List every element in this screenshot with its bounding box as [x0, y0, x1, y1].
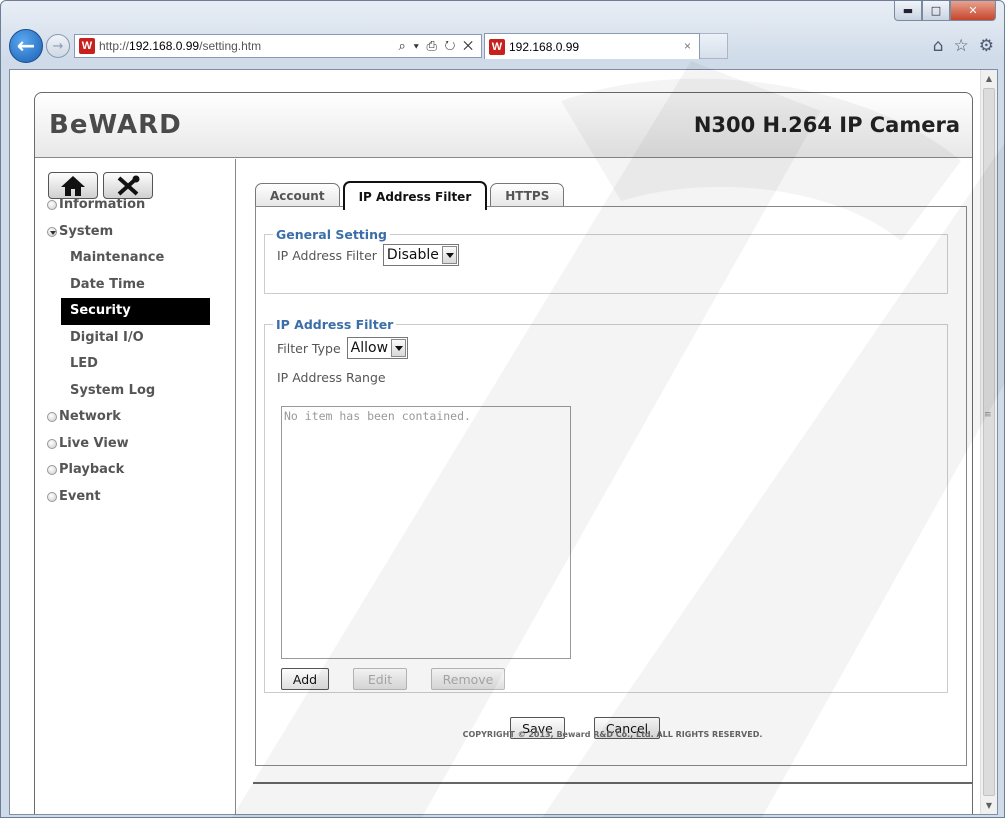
ip-range-label: IP Address Range [277, 370, 386, 385]
address-bar[interactable]: W http://192.168.0.99/setting.htm ⌕ ▾ ⎙ … [74, 34, 482, 58]
submenu-item-maintenance[interactable]: Maintenance [35, 245, 236, 272]
tab-https[interactable]: HTTPS [490, 183, 565, 208]
tab-title: 192.168.0.99 [509, 39, 580, 54]
forward-arrow-icon: → [52, 38, 64, 54]
sidebar: Information System Maintenance Date Time… [35, 159, 236, 814]
camera-header: BeWARD N300 H.264 IP Camera [35, 93, 972, 158]
ip-range-list[interactable]: No item has been contained. [281, 406, 571, 659]
beward-logo: BeWARD [49, 110, 182, 140]
expanded-bullet-icon [47, 226, 57, 237]
scroll-down-arrow-icon[interactable]: ▼ [981, 797, 997, 814]
vertical-scrollbar[interactable]: ▲ ≡ ▼ [980, 70, 997, 814]
collapsed-bullet-icon [47, 200, 57, 211]
browser-window: ▬ □ ✕ ← → W http://192.168.0.99/setting.… [0, 0, 1005, 818]
back-button[interactable]: ← [9, 29, 43, 63]
browser-tab[interactable]: W 192.168.0.99 × [484, 33, 700, 59]
add-button[interactable]: Add [281, 668, 329, 690]
collapsed-bullet-icon [47, 465, 57, 476]
scrollbar-thumb[interactable] [983, 88, 995, 796]
edit-button[interactable]: Edit [353, 668, 407, 690]
dropdown-arrow-icon [391, 339, 407, 357]
security-tabs: Account IP Address Filter HTTPS [255, 179, 567, 210]
forward-button[interactable]: → [46, 34, 70, 58]
side-menu: Information System Maintenance Date Time… [35, 192, 236, 510]
menu-item-network[interactable]: Network [35, 404, 236, 431]
browser-right-icons: ⌂ ☆ ⚙ [933, 36, 994, 56]
collapsed-bullet-icon [47, 438, 57, 449]
collapsed-bullet-icon [47, 491, 57, 502]
footer-divider [253, 782, 972, 784]
page-viewport: BeWARD N300 H.264 IP Camera Information … [9, 69, 998, 815]
submenu-item-led[interactable]: LED [35, 351, 236, 378]
address-tools[interactable]: ⌕ ▾ ⎙ ↻ ✕ [399, 38, 475, 54]
camera-page: BeWARD N300 H.264 IP Camera Information … [34, 92, 973, 814]
product-title: N300 H.264 IP Camera [693, 113, 960, 137]
minimize-button[interactable]: ▬ [894, 1, 922, 21]
submenu-item-system-log[interactable]: System Log [35, 378, 236, 405]
filter-type-row: Filter Type Allow [277, 337, 947, 359]
maximize-button[interactable]: □ [922, 1, 950, 21]
copyright-footer: COPYRIGHT © 2013, Beward R&D Co., Ltd. A… [462, 730, 763, 739]
back-arrow-icon: ← [16, 33, 36, 59]
empty-list-text: No item has been contained. [284, 409, 471, 423]
address-url: http://192.168.0.99/setting.htm [99, 39, 262, 53]
collapsed-bullet-icon [47, 412, 57, 423]
menu-item-system[interactable]: System [35, 219, 236, 246]
scroll-up-arrow-icon[interactable]: ▲ [981, 70, 997, 87]
browser-navbar: ← → W http://192.168.0.99/setting.htm ⌕ … [9, 29, 994, 63]
menu-item-playback[interactable]: Playback [35, 457, 236, 484]
menu-item-information[interactable]: Information [35, 192, 236, 219]
ip-address-filter-legend: IP Address Filter [276, 317, 394, 332]
ip-address-filter-group: IP Address Filter Filter Type Allow IP A… [264, 317, 948, 693]
ip-filter-panel: General Setting IP Address Filter Disabl… [255, 206, 967, 766]
submenu-item-digital-io[interactable]: Digital I/O [35, 325, 236, 352]
close-window-button[interactable]: ✕ [950, 1, 996, 21]
home-icon[interactable]: ⌂ [933, 36, 944, 56]
filter-type-label: Filter Type [277, 340, 341, 356]
general-setting-group: General Setting IP Address Filter Disabl… [264, 227, 948, 294]
ip-filter-enable-label: IP Address Filter [277, 247, 377, 263]
favorites-star-icon[interactable]: ☆ [954, 36, 969, 56]
dropdown-arrow-icon [441, 246, 457, 264]
tab-favicon-icon: W [489, 38, 505, 55]
tab-account[interactable]: Account [255, 183, 340, 208]
new-tab-button[interactable] [700, 33, 728, 59]
tab-close-icon[interactable]: × [684, 39, 691, 53]
tab-ip-address-filter[interactable]: IP Address Filter [342, 181, 488, 210]
menu-item-event[interactable]: Event [35, 484, 236, 511]
filter-type-select[interactable]: Allow [346, 337, 409, 359]
submenu-item-date-time[interactable]: Date Time [35, 272, 236, 299]
main-content: Account IP Address Filter HTTPS General … [237, 159, 972, 814]
ip-filter-enable-row: IP Address Filter Disable [277, 244, 947, 266]
menu-item-live-view[interactable]: Live View [35, 431, 236, 458]
window-controls: ▬ □ ✕ [894, 1, 996, 21]
site-favicon-icon: W [79, 38, 95, 54]
submenu-item-security[interactable]: Security [61, 298, 210, 325]
general-setting-legend: General Setting [276, 227, 387, 242]
settings-gear-icon[interactable]: ⚙ [979, 36, 994, 56]
remove-button[interactable]: Remove [431, 668, 505, 690]
scrollbar-grip-icon: ≡ [984, 410, 992, 420]
ip-filter-enable-select[interactable]: Disable [382, 244, 459, 266]
